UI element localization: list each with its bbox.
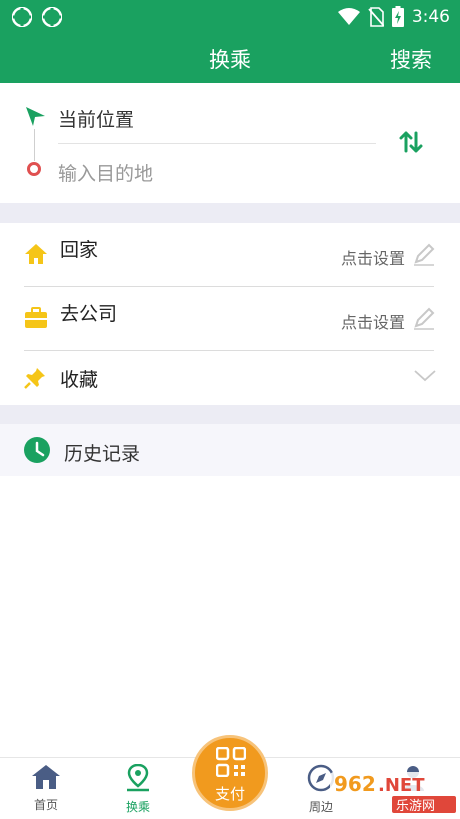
location-route-icon bbox=[127, 763, 149, 792]
place-home[interactable]: 回家 点击设置 bbox=[0, 223, 460, 287]
pay-label: 支付 bbox=[214, 785, 245, 803]
no-sim-icon bbox=[368, 6, 384, 27]
briefcase-icon bbox=[25, 307, 47, 328]
svg-text:.NET: .NET bbox=[378, 775, 425, 796]
destination-dot-icon bbox=[27, 162, 41, 176]
history-label: 历史记录 bbox=[64, 443, 141, 465]
battery-charging-icon bbox=[391, 6, 404, 27]
pencil-icon[interactable] bbox=[412, 306, 436, 330]
status-bar: 3:46 bbox=[0, 0, 460, 34]
place-name: 去公司 bbox=[60, 303, 118, 325]
clock-icon bbox=[24, 437, 50, 463]
route-card: 当前位置 输入目的地 bbox=[0, 83, 460, 203]
destination-input[interactable]: 输入目的地 bbox=[58, 159, 153, 186]
svg-text:962: 962 bbox=[334, 772, 376, 796]
search-button[interactable]: 搜索 bbox=[390, 44, 432, 74]
place-work[interactable]: 去公司 点击设置 bbox=[0, 287, 460, 351]
place-name: 收藏 bbox=[60, 369, 99, 391]
pin-icon bbox=[24, 368, 45, 389]
app-icon bbox=[12, 7, 32, 27]
place-hint: 点击设置 bbox=[340, 249, 405, 268]
route-connector bbox=[34, 129, 35, 161]
qr-code-icon bbox=[216, 747, 246, 777]
tab-label: 首页 bbox=[33, 798, 58, 812]
pencil-icon[interactable] bbox=[412, 242, 436, 266]
section-gap bbox=[0, 405, 460, 424]
route-divider bbox=[58, 143, 376, 144]
history-row[interactable]: 历史记录 bbox=[0, 424, 460, 476]
places-list: 回家 点击设置 去公司 点击设置 收藏 bbox=[0, 223, 460, 405]
place-name: 回家 bbox=[60, 239, 99, 261]
tab-transfer[interactable]: 换乘 bbox=[103, 763, 173, 815]
app-icon bbox=[42, 7, 62, 27]
section-gap bbox=[0, 203, 460, 223]
home-icon bbox=[32, 765, 60, 789]
wifi-icon bbox=[337, 7, 360, 25]
pay-button[interactable]: 支付 bbox=[192, 735, 268, 811]
svg-text:乐游网: 乐游网 bbox=[396, 799, 435, 814]
swap-vertical-icon[interactable] bbox=[398, 129, 424, 155]
navigation-arrow-icon bbox=[26, 107, 45, 126]
app-header: 换乘 搜索 bbox=[0, 34, 460, 83]
home-icon bbox=[25, 244, 47, 264]
tab-home[interactable]: 首页 bbox=[11, 764, 81, 813]
watermark-logo: 962 .NET 乐游网 bbox=[330, 772, 456, 814]
origin-field[interactable]: 当前位置 bbox=[58, 105, 134, 132]
tab-label: 换乘 bbox=[125, 800, 150, 814]
status-time: 3:46 bbox=[411, 6, 450, 27]
chevron-down-icon[interactable] bbox=[414, 369, 436, 383]
place-hint: 点击设置 bbox=[340, 313, 405, 332]
